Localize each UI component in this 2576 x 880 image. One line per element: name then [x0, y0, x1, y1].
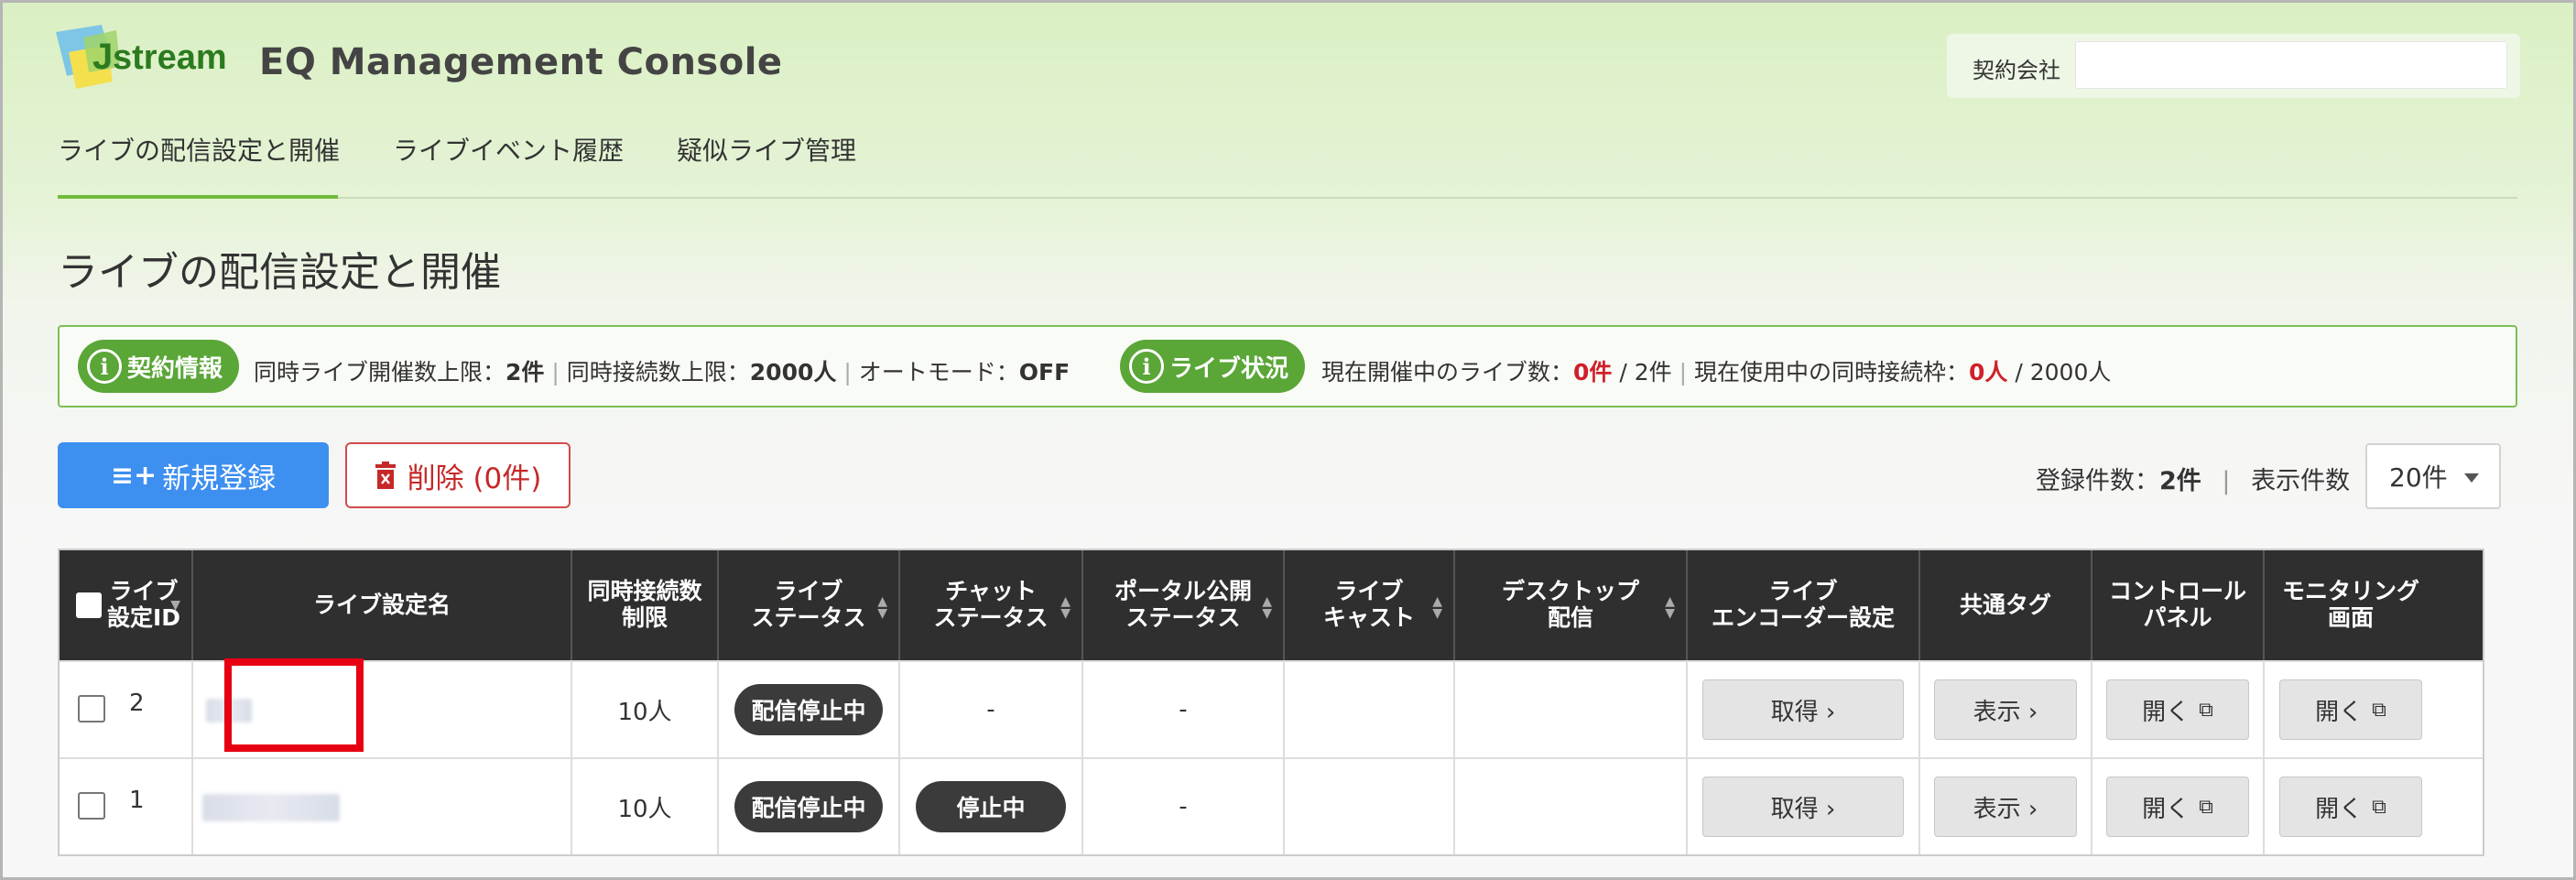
td-chat-status: -: [900, 662, 1083, 757]
td-control: 開く ⧉: [2092, 662, 2265, 757]
external-link-icon: ⧉: [2199, 698, 2213, 722]
sort-icon: ▲ ▼: [1262, 594, 1272, 621]
td-limit: 10人: [572, 662, 719, 757]
info-icon: i: [87, 349, 122, 384]
td-live-status: 配信停止中: [719, 662, 900, 757]
open-monitoring-button[interactable]: 開く ⧉: [2279, 777, 2422, 837]
td-monitor: 開く ⧉: [2265, 759, 2437, 854]
jstream-logo[interactable]: J stream: [56, 25, 239, 92]
sort-icon: ▲ ▼: [1060, 594, 1071, 621]
external-link-icon: ⧉: [2372, 795, 2386, 819]
live-status-badge: i ライブ状況: [1120, 340, 1306, 393]
live-settings-table: ライブ 設定ID ▼ ライブ設定名 同時接続数 制限 ライブ ステータス ▲ ▼ チ…: [58, 549, 2484, 856]
th-desktop[interactable]: デスクトップ 配信 ▲ ▼: [1455, 550, 1688, 660]
sort-icon: ▲ ▼: [1665, 594, 1675, 621]
table-row: 1 10人 配信停止中 停止中 - 取得 › 表示 › 開く ⧉ 開く ⧉: [60, 757, 2483, 854]
th-limit: 同時接続数 制限: [572, 550, 719, 660]
td-live-cast: [1285, 662, 1455, 757]
delete-button[interactable]: 削除 (0件): [345, 442, 571, 508]
record-count: 登録件数：2件 | 表示件数: [2036, 467, 2351, 495]
nav-divider: [58, 197, 2517, 199]
td-live-cast: [1285, 759, 1455, 854]
th-live-cast[interactable]: ライブ キャスト ▲ ▼: [1285, 550, 1455, 660]
live-status-text: 現在開催中のライブ数：0件 / 2件 | 現在使用中の同時接続枠：0人 / 20…: [1321, 359, 2112, 386]
th-tag: 共通タグ: [1920, 550, 2092, 660]
td-desktop: [1455, 662, 1688, 757]
th-id[interactable]: ライブ 設定ID ▼: [60, 550, 193, 660]
sort-icon: ▲ ▼: [877, 594, 887, 621]
td-tag: 表示 ›: [1920, 662, 2092, 757]
external-link-icon: ⧉: [2199, 795, 2213, 819]
th-portal-status[interactable]: ポータル公開 ステータス ▲ ▼: [1083, 550, 1285, 660]
nav-pseudo-live[interactable]: 疑似ライブ管理: [677, 131, 856, 168]
td-id: 2: [60, 662, 193, 757]
th-name: ライブ設定名: [193, 550, 572, 660]
td-id: 1: [60, 759, 193, 854]
td-live-status: 配信停止中: [719, 759, 900, 854]
highlight-box: [224, 658, 364, 752]
logo-text: J: [92, 37, 113, 77]
open-monitoring-button[interactable]: 開く ⧉: [2279, 679, 2422, 740]
nav-live-history[interactable]: ライブイベント履歴: [393, 131, 624, 168]
show-tag-button[interactable]: 表示 ›: [1934, 777, 2077, 837]
table-row: 2 10人 配信停止中 - - 取得 › 表示 › 開く ⧉ 開く ⧉: [60, 660, 2483, 757]
td-name[interactable]: [193, 759, 572, 854]
info-bar: i 契約情報 同時ライブ開催数上限：2件 | 同時接続数上限：2000人 | オ…: [58, 325, 2517, 407]
nav-active-indicator: [58, 195, 338, 199]
table-header: ライブ 設定ID ▼ ライブ設定名 同時接続数 制限 ライブ ステータス ▲ ▼ チ…: [60, 550, 2483, 660]
company-input[interactable]: [2075, 41, 2507, 89]
row-checkbox[interactable]: [78, 792, 105, 820]
chevron-down-icon: [2464, 473, 2479, 483]
contract-info-badge: i 契約情報: [78, 340, 240, 393]
contract-info-text: 同時ライブ開催数上限：2件 | 同時接続数上限：2000人 | オートモード：O…: [254, 359, 1071, 386]
td-monitor: 開く ⧉: [2265, 662, 2437, 757]
td-control: 開く ⧉: [2092, 759, 2265, 854]
th-live-status[interactable]: ライブ ステータス ▲ ▼: [719, 550, 900, 660]
add-list-icon: ≡+: [110, 459, 158, 492]
get-encoder-button[interactable]: 取得 ›: [1702, 679, 1904, 740]
trash-icon: [375, 462, 396, 489]
external-link-icon: ⧉: [2372, 698, 2386, 722]
page-title: ライブの配信設定と開催: [58, 249, 501, 296]
row-checkbox[interactable]: [78, 695, 105, 722]
nav-live-settings[interactable]: ライブの配信設定と開催: [58, 131, 340, 168]
th-monitor: モニタリング 画面: [2281, 578, 2419, 631]
sort-icon: ▲ ▼: [1432, 594, 1442, 621]
per-page-select[interactable]: 20件: [2365, 443, 2501, 509]
td-tag: 表示 ›: [1920, 759, 2092, 854]
redacted-name: [202, 794, 340, 821]
td-portal-status: -: [1083, 662, 1285, 757]
td-chat-status: 停止中: [900, 759, 1083, 854]
company-selector: 契約会社: [1947, 34, 2520, 98]
new-registration-button[interactable]: ≡+ 新規登録: [58, 442, 329, 508]
open-control-panel-button[interactable]: 開く ⧉: [2106, 679, 2249, 740]
app-window: J stream EQ Management Console 契約会社 ライブの…: [0, 0, 2576, 880]
select-all-checkbox[interactable]: [76, 592, 102, 618]
th-control: コントロール パネル: [2092, 550, 2265, 660]
th-chat-status[interactable]: チャット ステータス ▲ ▼: [900, 550, 1083, 660]
td-desktop: [1455, 759, 1688, 854]
show-tag-button[interactable]: 表示 ›: [1934, 679, 2077, 740]
info-icon: i: [1129, 349, 1164, 384]
svg-text:stream: stream: [113, 38, 227, 77]
status-badge: 配信停止中: [734, 781, 883, 832]
th-encoder: ライブ エンコーダー設定: [1688, 550, 1920, 660]
td-portal-status: -: [1083, 759, 1285, 854]
td-limit: 10人: [572, 759, 719, 854]
td-encoder: 取得 ›: [1688, 662, 1920, 757]
company-label: 契約会社: [1973, 58, 2060, 83]
open-control-panel-button[interactable]: 開く ⧉: [2106, 777, 2249, 837]
get-encoder-button[interactable]: 取得 ›: [1702, 777, 1904, 837]
app-title: EQ Management Console: [259, 41, 783, 83]
status-badge: 配信停止中: [734, 684, 883, 735]
chat-status-badge: 停止中: [916, 781, 1066, 832]
sort-icon: ▼: [170, 598, 180, 613]
main-nav: ライブの配信設定と開催 ライブイベント履歴 疑似ライブ管理: [58, 131, 909, 168]
td-encoder: 取得 ›: [1688, 759, 1920, 854]
